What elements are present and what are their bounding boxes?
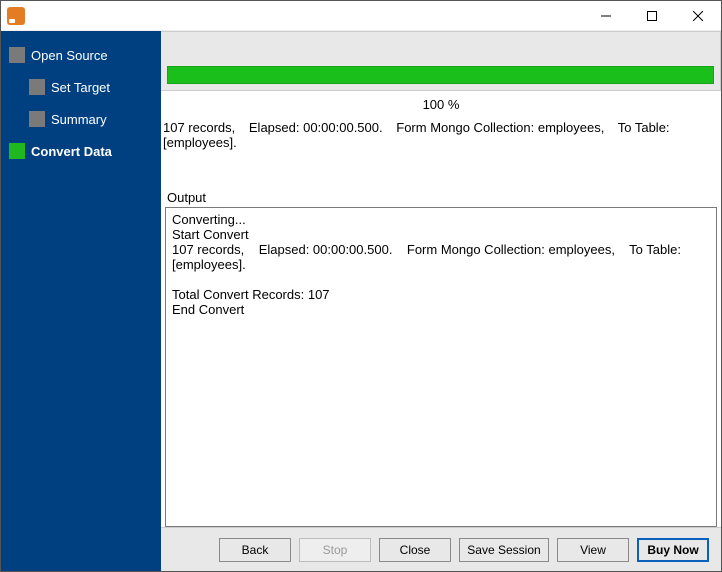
step-summary[interactable]: Summary — [1, 103, 161, 135]
view-button[interactable]: View — [557, 538, 629, 562]
status-elapsed: Elapsed: 00:00:00.500. — [249, 120, 383, 135]
titlebar — [1, 1, 721, 31]
step-label: Convert Data — [31, 144, 112, 159]
stop-button: Stop — [299, 538, 371, 562]
step-set-target[interactable]: Set Target — [1, 71, 161, 103]
step-label: Summary — [51, 112, 107, 127]
step-marker-icon — [9, 143, 25, 159]
progress-percent: 100 % — [161, 91, 721, 116]
status-source: Form Mongo Collection: employees, — [396, 120, 604, 135]
status-records: 107 records, — [163, 120, 235, 135]
status-line: 107 records, Elapsed: 00:00:00.500. Form… — [161, 116, 721, 160]
close-button[interactable]: Close — [379, 538, 451, 562]
step-marker-icon — [29, 111, 45, 127]
maximize-button[interactable] — [629, 1, 675, 31]
app-icon — [7, 7, 25, 25]
step-open-source[interactable]: Open Source — [1, 39, 161, 71]
save-session-button[interactable]: Save Session — [459, 538, 549, 562]
progress-bar — [167, 66, 714, 84]
step-label: Open Source — [31, 48, 108, 63]
step-label: Set Target — [51, 80, 110, 95]
minimize-button[interactable] — [583, 1, 629, 31]
output-textarea[interactable]: Converting... Start Convert 107 records,… — [165, 207, 717, 527]
wizard-sidebar: Open Source Set Target Summary Convert D… — [1, 31, 161, 571]
progress-area — [161, 31, 721, 91]
content-pane: 100 % 107 records, Elapsed: 00:00:00.500… — [161, 31, 721, 571]
button-bar: Back Stop Close Save Session View Buy No… — [161, 527, 721, 571]
buy-now-button[interactable]: Buy Now — [637, 538, 709, 562]
output-section: Output Converting... Start Convert 107 r… — [161, 160, 721, 527]
close-window-button[interactable] — [675, 1, 721, 31]
back-button[interactable]: Back — [219, 538, 291, 562]
output-label: Output — [165, 160, 717, 207]
step-marker-icon — [29, 79, 45, 95]
app-window: Open Source Set Target Summary Convert D… — [0, 0, 722, 572]
step-convert-data[interactable]: Convert Data — [1, 135, 161, 167]
step-marker-icon — [9, 47, 25, 63]
